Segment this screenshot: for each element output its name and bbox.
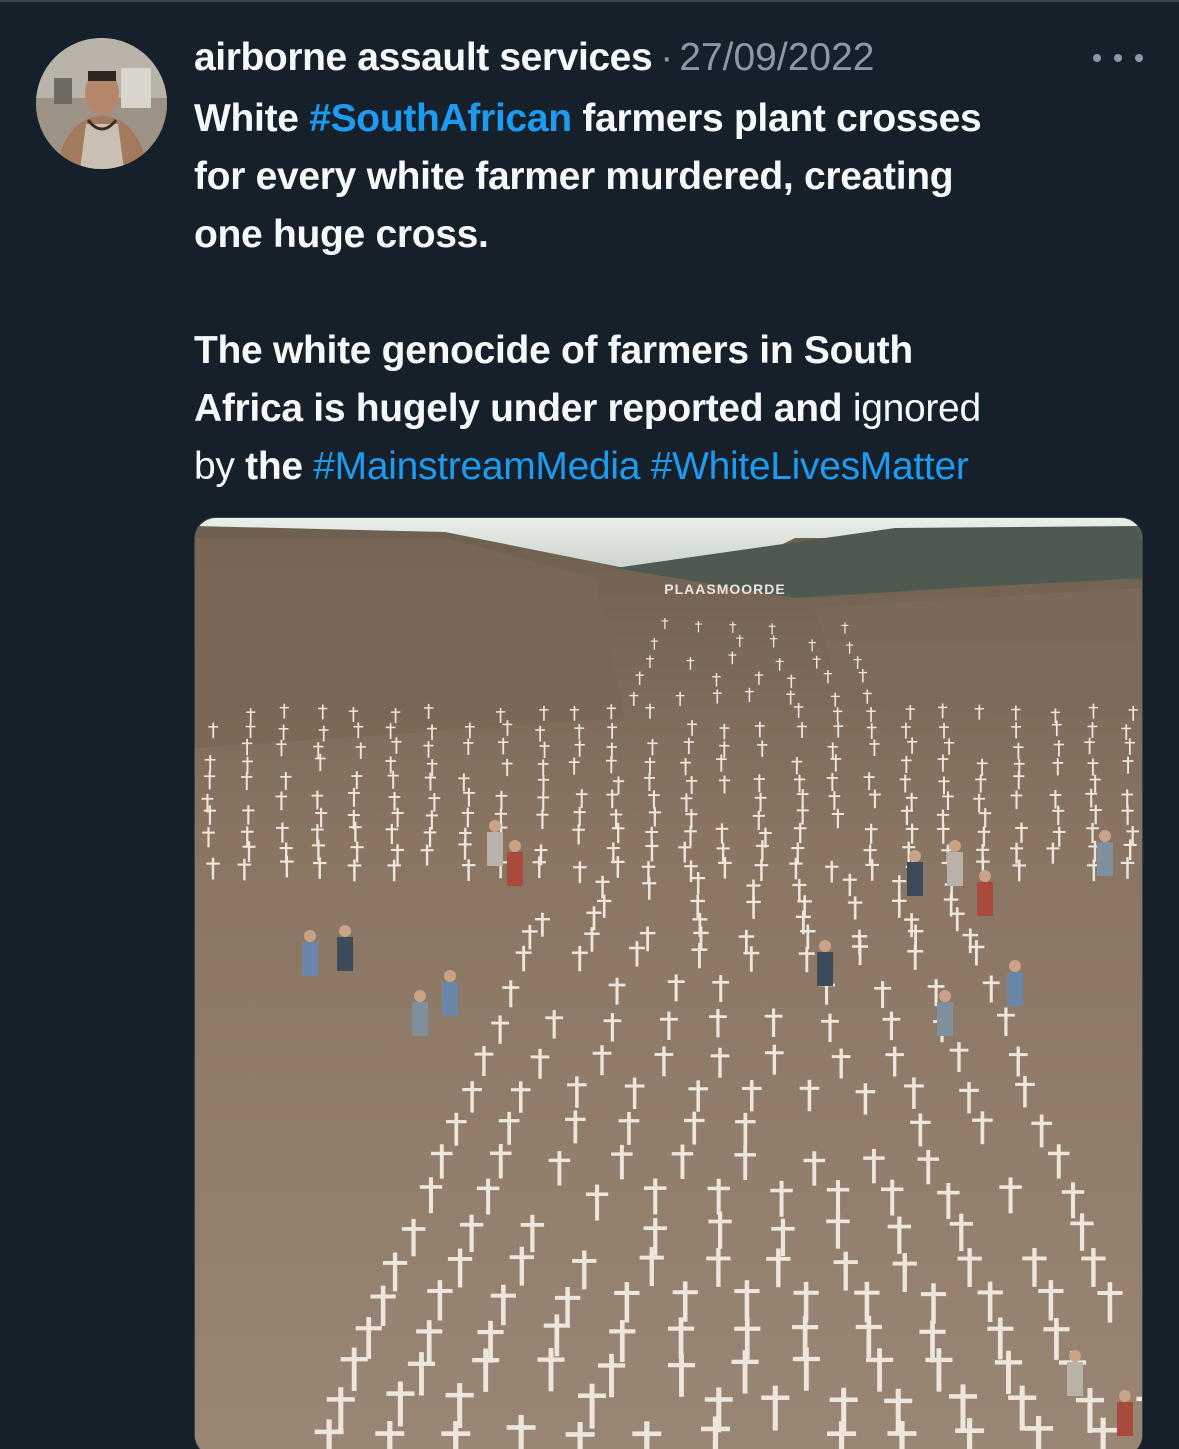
divider (0, 0, 1179, 2)
person-figure (1007, 960, 1023, 1006)
author-name[interactable]: airborne assault services (194, 36, 653, 80)
tweet-text: White #SouthAfrican farmers plant crosse… (194, 90, 1144, 496)
text-run: Africa is hugely under reported and (194, 387, 853, 430)
person-figure (937, 990, 953, 1036)
person-figure (817, 940, 833, 986)
dot (1114, 54, 1122, 62)
tweet-header: airborne assault services · 27/09/2022 (194, 36, 874, 82)
text-run: White (194, 97, 310, 140)
hillside-crosses-photo-icon: PLAASMOORDE (195, 518, 1142, 1449)
person-figure (1067, 1350, 1083, 1396)
text-run: by (194, 445, 246, 488)
person-figure (412, 990, 428, 1036)
hashtag-link[interactable]: #MainstreamMedia (313, 445, 640, 488)
person-figure (337, 925, 353, 971)
person-figure (1097, 830, 1113, 876)
text-line: White #SouthAfrican farmers plant crosse… (194, 90, 1144, 148)
avatar[interactable] (36, 38, 167, 169)
person-figure (977, 870, 993, 916)
tweet-date[interactable]: 27/09/2022 (679, 36, 874, 80)
person-figure (442, 970, 458, 1016)
text-run: farmers plant crosses (571, 97, 982, 140)
person-figure (507, 840, 523, 886)
more-horizontal-icon[interactable] (1093, 48, 1143, 68)
person-figure (1117, 1390, 1133, 1436)
tweet[interactable]: airborne assault services · 27/09/2022 W… (0, 0, 1179, 1449)
hashtag-link[interactable]: #SouthAfrican (309, 97, 572, 140)
separator: · (660, 36, 674, 79)
dot (1135, 54, 1143, 62)
dot (1093, 54, 1101, 62)
text-run: ignored (852, 387, 981, 430)
text-line: one huge cross. (194, 213, 489, 256)
hashtag-link[interactable]: #WhiteLivesMatter (651, 445, 969, 488)
text-run: the (245, 445, 303, 488)
person-figure (947, 840, 963, 886)
text-run (303, 445, 314, 488)
text-line: for every white farmer murdered, creatin… (194, 155, 954, 198)
tweet-media[interactable]: PLAASMOORDE (194, 517, 1143, 1449)
text-line: by the #MainstreamMedia #WhiteLivesMatte… (194, 438, 1144, 496)
profile-photo-icon (36, 38, 167, 169)
person-figure (302, 930, 318, 976)
person-figure (487, 820, 503, 866)
text-line: The white genocide of farmers in South (194, 329, 913, 372)
text-run (640, 445, 651, 488)
person-figure (907, 850, 923, 896)
text-line: Africa is hugely under reported and igno… (194, 380, 1144, 438)
media-sign-text: PLAASMOORDE (664, 581, 785, 597)
